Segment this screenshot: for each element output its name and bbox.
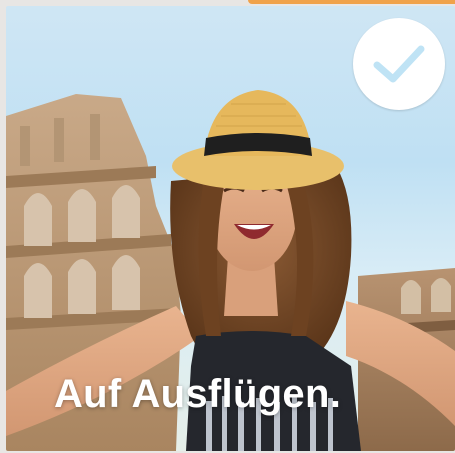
check-icon <box>373 45 425 83</box>
selected-check-badge[interactable] <box>353 18 445 110</box>
option-card[interactable]: Auf Ausflügen. <box>6 6 455 451</box>
accent-bar <box>248 0 455 4</box>
card-caption: Auf Ausflügen. <box>54 372 342 416</box>
